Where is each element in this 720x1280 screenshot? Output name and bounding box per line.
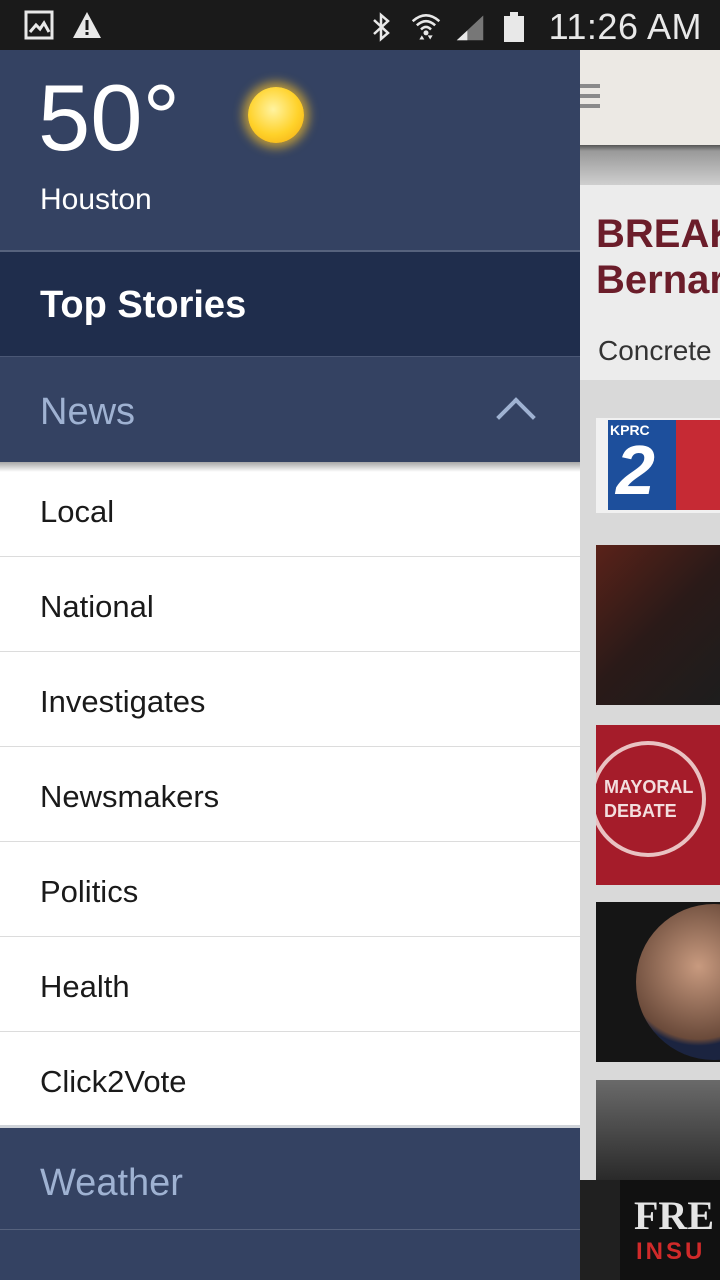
nav-section-weather[interactable]: Weather	[0, 1125, 580, 1230]
submenu-item-newsmakers[interactable]: Newsmakers	[0, 747, 580, 842]
debate-image[interactable]: MAYORAL DEBATE	[596, 725, 720, 885]
headline-card[interactable]: BREAK Bernar Concrete	[580, 185, 720, 380]
headline-text: BREAK Bernar	[596, 212, 720, 302]
warning-icon	[72, 10, 102, 40]
status-bar: 11:26 AM	[0, 0, 720, 50]
nav-section-news[interactable]: News	[0, 357, 580, 462]
submenu-item-health[interactable]: Health	[0, 937, 580, 1032]
app-toolbar	[580, 50, 720, 145]
navigation-drawer: 50° Houston Top Stories News Local Natio…	[0, 50, 580, 1280]
submenu-item-click2vote[interactable]: Click2Vote	[0, 1032, 580, 1127]
nav-item-top-stories[interactable]: Top Stories	[0, 252, 580, 357]
menu-icon[interactable]	[580, 84, 600, 110]
nav-item-label: Top Stories	[40, 284, 247, 326]
submenu-item-politics[interactable]: Politics	[0, 842, 580, 937]
submenu-item-national[interactable]: National	[0, 557, 580, 652]
bluetooth-icon	[367, 12, 397, 42]
weather-header[interactable]: 50° Houston	[0, 50, 580, 252]
background-app: BREAK Bernar Concrete KPRC 2 MAYORAL DEB…	[580, 50, 720, 1280]
headline-subtitle: Concrete	[598, 335, 712, 366]
city-name: Houston	[40, 183, 152, 216]
story-image[interactable]	[596, 1080, 720, 1180]
temperature: 50°	[38, 65, 181, 170]
submenu-item-investigates[interactable]: Investigates	[0, 652, 580, 747]
status-time: 11:26 AM	[548, 6, 702, 47]
story-image[interactable]	[596, 545, 720, 705]
battery-icon	[499, 12, 529, 42]
kprc-logo-tile[interactable]: KPRC 2	[596, 418, 720, 513]
wifi-icon	[411, 12, 441, 42]
story-image[interactable]	[596, 902, 720, 1062]
sun-icon	[248, 87, 304, 143]
signal-icon	[455, 12, 485, 42]
ad-banner[interactable]: FRE INSU	[580, 1180, 720, 1280]
chevron-up-icon	[496, 397, 536, 437]
nav-section-label: Weather	[40, 1162, 183, 1204]
submenu-item-local[interactable]: Local	[0, 462, 580, 557]
news-submenu: Local National Investigates Newsmakers P…	[0, 462, 580, 1125]
nav-section-label: News	[40, 391, 136, 433]
gallery-icon	[24, 10, 54, 40]
